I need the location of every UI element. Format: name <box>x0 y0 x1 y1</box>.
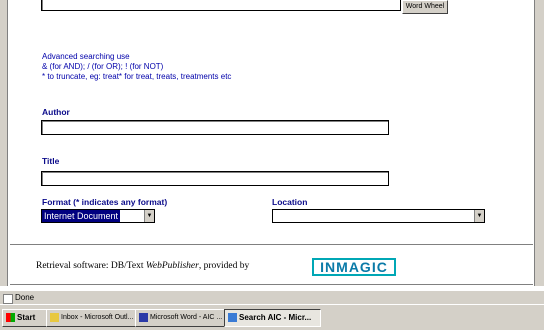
format-label: Format (* indicates any format) <box>42 197 168 207</box>
vertical-scrollbar[interactable] <box>534 0 544 286</box>
inmagic-logo[interactable]: INMAGIC <box>312 258 396 276</box>
word-icon <box>139 312 148 322</box>
author-label: Author <box>42 107 70 117</box>
browser-window: Word Wheel Advanced searching use & (for… <box>0 0 544 330</box>
retrieval-credit: Retrieval software: DB/Text WebPublisher… <box>36 261 249 271</box>
status-bar: Done <box>0 290 544 305</box>
help-line-1: Advanced searching use <box>42 52 130 61</box>
location-label: Location <box>272 197 308 207</box>
divider <box>10 244 533 246</box>
location-selected-value <box>273 210 277 222</box>
page-icon <box>3 294 13 304</box>
credit-suffix: , provided by <box>198 261 250 271</box>
word-wheel-button[interactable]: Word Wheel <box>402 0 448 14</box>
title-input[interactable] <box>41 171 389 186</box>
taskbar-item-search-aic[interactable]: Search AIC - Micr... <box>224 309 321 327</box>
format-select[interactable]: Internet Document ▼ <box>41 209 155 223</box>
title-label: Title <box>42 156 60 166</box>
taskbar-item-word[interactable]: Microsoft Word - AIC ... <box>135 309 226 327</box>
chevron-down-icon[interactable]: ▼ <box>144 210 154 222</box>
format-selected-value: Internet Document <box>42 210 121 222</box>
taskbar-item-inbox[interactable]: Inbox - Microsoft Outl... <box>46 309 137 327</box>
start-button[interactable]: Start <box>2 309 47 327</box>
credit-prefix: Retrieval software: DB/Text <box>36 261 146 271</box>
credit-product: WebPublisher <box>145 261 199 271</box>
help-line-2: & (for AND); / (for OR); ! (for NOT) <box>42 62 164 71</box>
taskbar: Start Inbox - Microsoft Outl... Microsof… <box>0 304 544 330</box>
help-line-3: * to truncate, eg: treat* for treat, tre… <box>42 72 232 81</box>
chevron-down-icon[interactable]: ▼ <box>474 210 484 222</box>
status-text: Done <box>15 293 35 302</box>
start-label: Start <box>17 313 36 322</box>
taskbar-item-label: Search AIC - Micr... <box>239 313 312 322</box>
taskbar-item-label: Inbox - Microsoft Outl... <box>61 314 134 321</box>
author-input[interactable] <box>41 120 389 135</box>
keyword-search-input[interactable] <box>41 0 401 11</box>
divider <box>10 284 533 286</box>
window-left-border <box>0 0 8 286</box>
location-select[interactable]: ▼ <box>272 209 485 223</box>
windows-flag-icon <box>6 313 15 323</box>
ie-icon <box>228 313 237 323</box>
outlook-icon <box>50 312 59 322</box>
taskbar-item-label: Microsoft Word - AIC ... <box>150 314 223 321</box>
